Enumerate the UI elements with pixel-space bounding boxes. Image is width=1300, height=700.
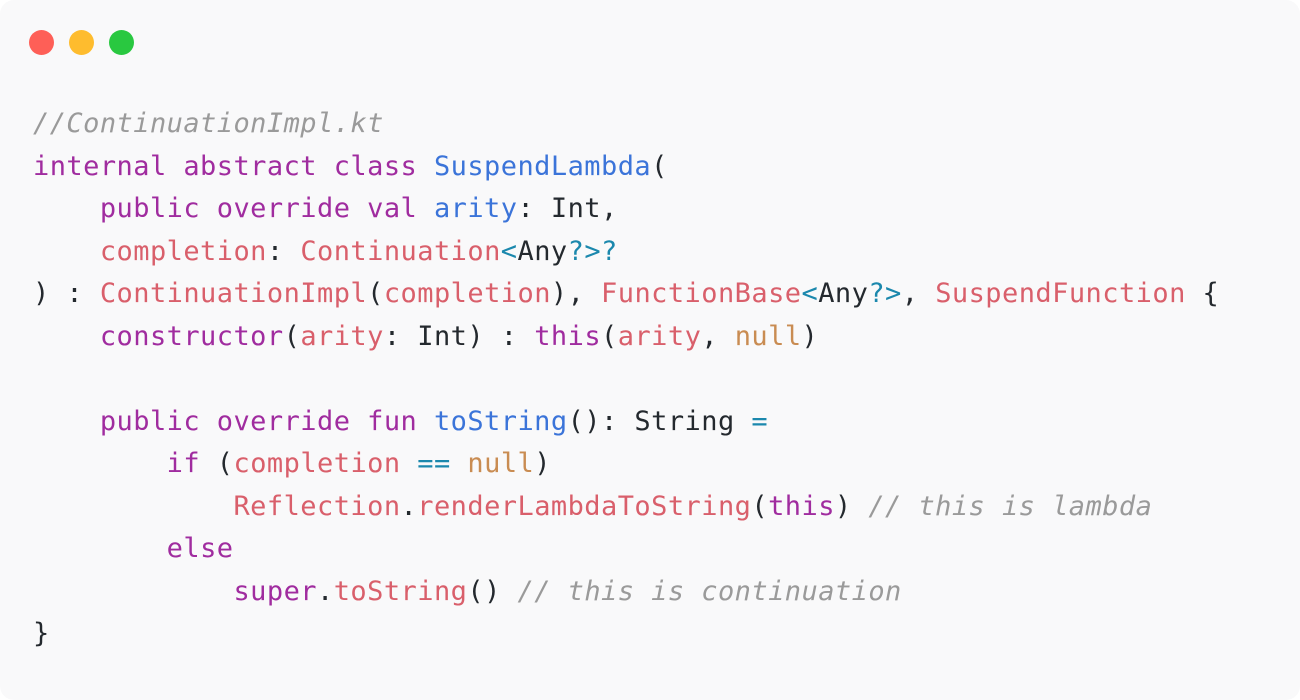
code-token-plain: (	[367, 278, 384, 309]
code-block: //ContinuationImpl.kt internal abstract c…	[33, 103, 1219, 656]
code-token-decl: SuspendLambda	[433, 150, 652, 182]
code-token-plain: (	[751, 490, 769, 522]
code-token-type: Reflection	[233, 490, 401, 522]
minimize-button[interactable]	[69, 30, 94, 55]
code-token-literal: null	[467, 448, 535, 479]
code-token-plain: (	[200, 448, 234, 479]
code-token-type: completion	[383, 278, 551, 309]
code-line: internal abstract class SuspendLambda(	[33, 146, 1219, 189]
code-line: else	[33, 528, 1219, 571]
code-line: Reflection.renderLambdaToString(this) //…	[33, 486, 1219, 529]
code-token-plain: )	[801, 320, 819, 352]
close-button[interactable]	[29, 30, 54, 55]
code-token-type: completion	[99, 235, 267, 267]
code-token-plain: ) :	[33, 278, 100, 309]
code-token-plain: ),	[550, 278, 602, 309]
code-token-plain: ,	[701, 320, 735, 352]
code-token-type: toString	[333, 575, 468, 607]
code-snippet-window: //ContinuationImpl.kt internal abstract c…	[0, 0, 1300, 700]
code-token-comment: // this is continuation	[517, 575, 902, 607]
code-token-type: completion	[233, 448, 401, 479]
code-token-plain: ()	[467, 575, 518, 607]
code-token-plain: ,	[901, 278, 936, 309]
code-token-plain: : Int) :	[383, 320, 535, 352]
code-token-decl: arity	[433, 193, 518, 224]
code-token-plain: }	[33, 618, 50, 649]
code-token-type: SuspendFunction	[935, 278, 1186, 309]
code-token-type: renderLambdaToString	[417, 490, 752, 522]
code-token-plain: : Int,	[517, 193, 618, 224]
code-token-keyword: public override val	[99, 193, 434, 224]
code-token-comment: // this is lambda	[868, 490, 1153, 522]
code-line: if (completion == null)	[33, 443, 1219, 486]
code-token-plain: )	[534, 448, 551, 479]
code-token-operator: ==	[417, 448, 451, 479]
window-controls	[29, 30, 149, 55]
code-token-type: FunctionBase	[601, 278, 802, 309]
code-token-keyword: this	[534, 320, 602, 352]
code-line: super.toString() // this is continuation	[33, 571, 1219, 614]
code-token-type: Continuation	[300, 235, 501, 267]
code-token-plain: (): String	[567, 405, 752, 437]
code-token-operator: <	[500, 235, 518, 267]
code-token-operator: =	[751, 405, 769, 437]
code-token-keyword: else	[166, 533, 234, 564]
code-token-plain: (	[651, 150, 668, 182]
code-token-plain: Any	[517, 235, 568, 267]
code-token-keyword: super	[233, 575, 317, 607]
code-token-plain: Any	[818, 278, 869, 309]
code-token-comment: //ContinuationImpl.kt	[33, 108, 384, 139]
code-token-plain: {	[1185, 278, 1220, 309]
code-line: public override fun toString(): String =	[33, 401, 1219, 444]
code-token-operator: <	[801, 278, 819, 309]
code-line: ) : ContinuationImpl(completion), Functi…	[33, 273, 1219, 316]
code-token-plain: (	[283, 320, 301, 352]
zoom-button[interactable]	[109, 30, 134, 55]
code-token-plain: .	[317, 575, 334, 607]
code-line: public override val arity: Int,	[33, 188, 1219, 231]
code-line: completion: Continuation<Any?>?	[33, 231, 1219, 274]
code-token-operator: ?>	[868, 278, 902, 309]
code-token-plain: )	[834, 490, 869, 522]
code-line: }	[33, 613, 1219, 656]
code-token-keyword: if	[166, 448, 201, 479]
code-token-type: ContinuationImpl	[99, 278, 368, 309]
code-token-literal: null	[734, 320, 802, 352]
code-token-keyword: public override fun	[99, 405, 434, 437]
code-token-keyword: constructor	[99, 320, 284, 352]
code-token-plain: (	[601, 320, 618, 352]
code-line: //ContinuationImpl.kt	[33, 103, 1219, 146]
code-token-type: arity	[300, 320, 384, 352]
code-token-type: arity	[617, 320, 702, 352]
code-token-decl: toString	[433, 405, 568, 437]
code-token-keyword: internal abstract class	[33, 150, 434, 182]
code-token-operator: ?>?	[567, 235, 618, 267]
code-token-keyword: this	[768, 490, 835, 522]
code-line: constructor(arity: Int) : this(arity, nu…	[33, 316, 1219, 359]
code-token-plain: :	[266, 235, 301, 267]
code-token-plain: .	[400, 490, 418, 522]
